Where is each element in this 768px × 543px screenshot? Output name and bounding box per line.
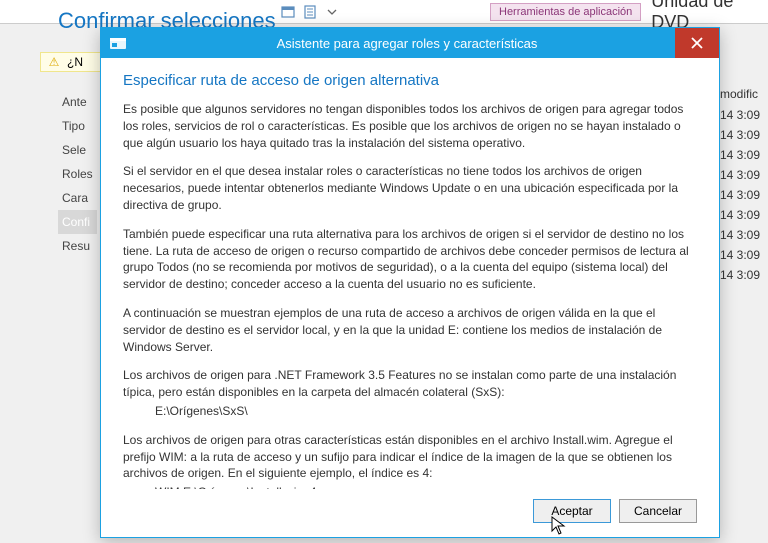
dialog-para1: Es posible que algunos servidores no ten… [123, 101, 697, 151]
warning-text: ¿N [67, 55, 83, 69]
alt-source-dialog: Asistente para agregar roles y caracterí… [100, 27, 720, 538]
dialog-para5: Los archivos de origen para .NET Framewo… [123, 367, 697, 401]
wizard-step[interactable]: Ante [58, 90, 97, 114]
dialog-body: Especificar ruta de acceso de origen alt… [101, 58, 719, 489]
warning-icon: ⚠ [47, 55, 61, 69]
dialog-heading: Especificar ruta de acceso de origen alt… [123, 72, 697, 89]
ribbon-icon-2[interactable] [302, 4, 318, 20]
dialog-para2: Si el servidor en el que desea instalar … [123, 163, 697, 213]
ribbon-dropdown-icon[interactable] [324, 4, 340, 20]
dialog-example1: E:\Orígenes\SxS\ [123, 403, 697, 420]
wizard-steps: AnteTipoSeleRolesCaraConfiResu [58, 90, 97, 258]
wizard-step[interactable]: Resu [58, 234, 97, 258]
accept-button[interactable]: Aceptar [533, 499, 611, 523]
dialog-title: Asistente para agregar roles y caracterí… [135, 36, 719, 51]
wizard-step[interactable]: Tipo [58, 114, 97, 138]
wizard-step[interactable]: Roles [58, 162, 97, 186]
dialog-button-row: Aceptar Cancelar [101, 489, 719, 537]
dialog-para6: Los archivos de origen para otras caract… [123, 432, 697, 482]
dialog-para4: A continuación se muestran ejemplos de u… [123, 305, 697, 355]
close-button[interactable] [675, 28, 719, 58]
wizard-step[interactable]: Cara [58, 186, 97, 210]
dialog-app-icon [109, 34, 127, 52]
dialog-para3: También puede especificar una ruta alter… [123, 226, 697, 293]
cancel-button[interactable]: Cancelar [619, 499, 697, 523]
dialog-titlebar: Asistente para agregar roles y caracterí… [101, 28, 719, 58]
wizard-step[interactable]: Sele [58, 138, 97, 162]
wizard-step[interactable]: Confi [58, 210, 97, 234]
ribbon-tool-label[interactable]: Herramientas de aplicación [490, 3, 641, 21]
ribbon-icon-1[interactable] [280, 4, 296, 20]
